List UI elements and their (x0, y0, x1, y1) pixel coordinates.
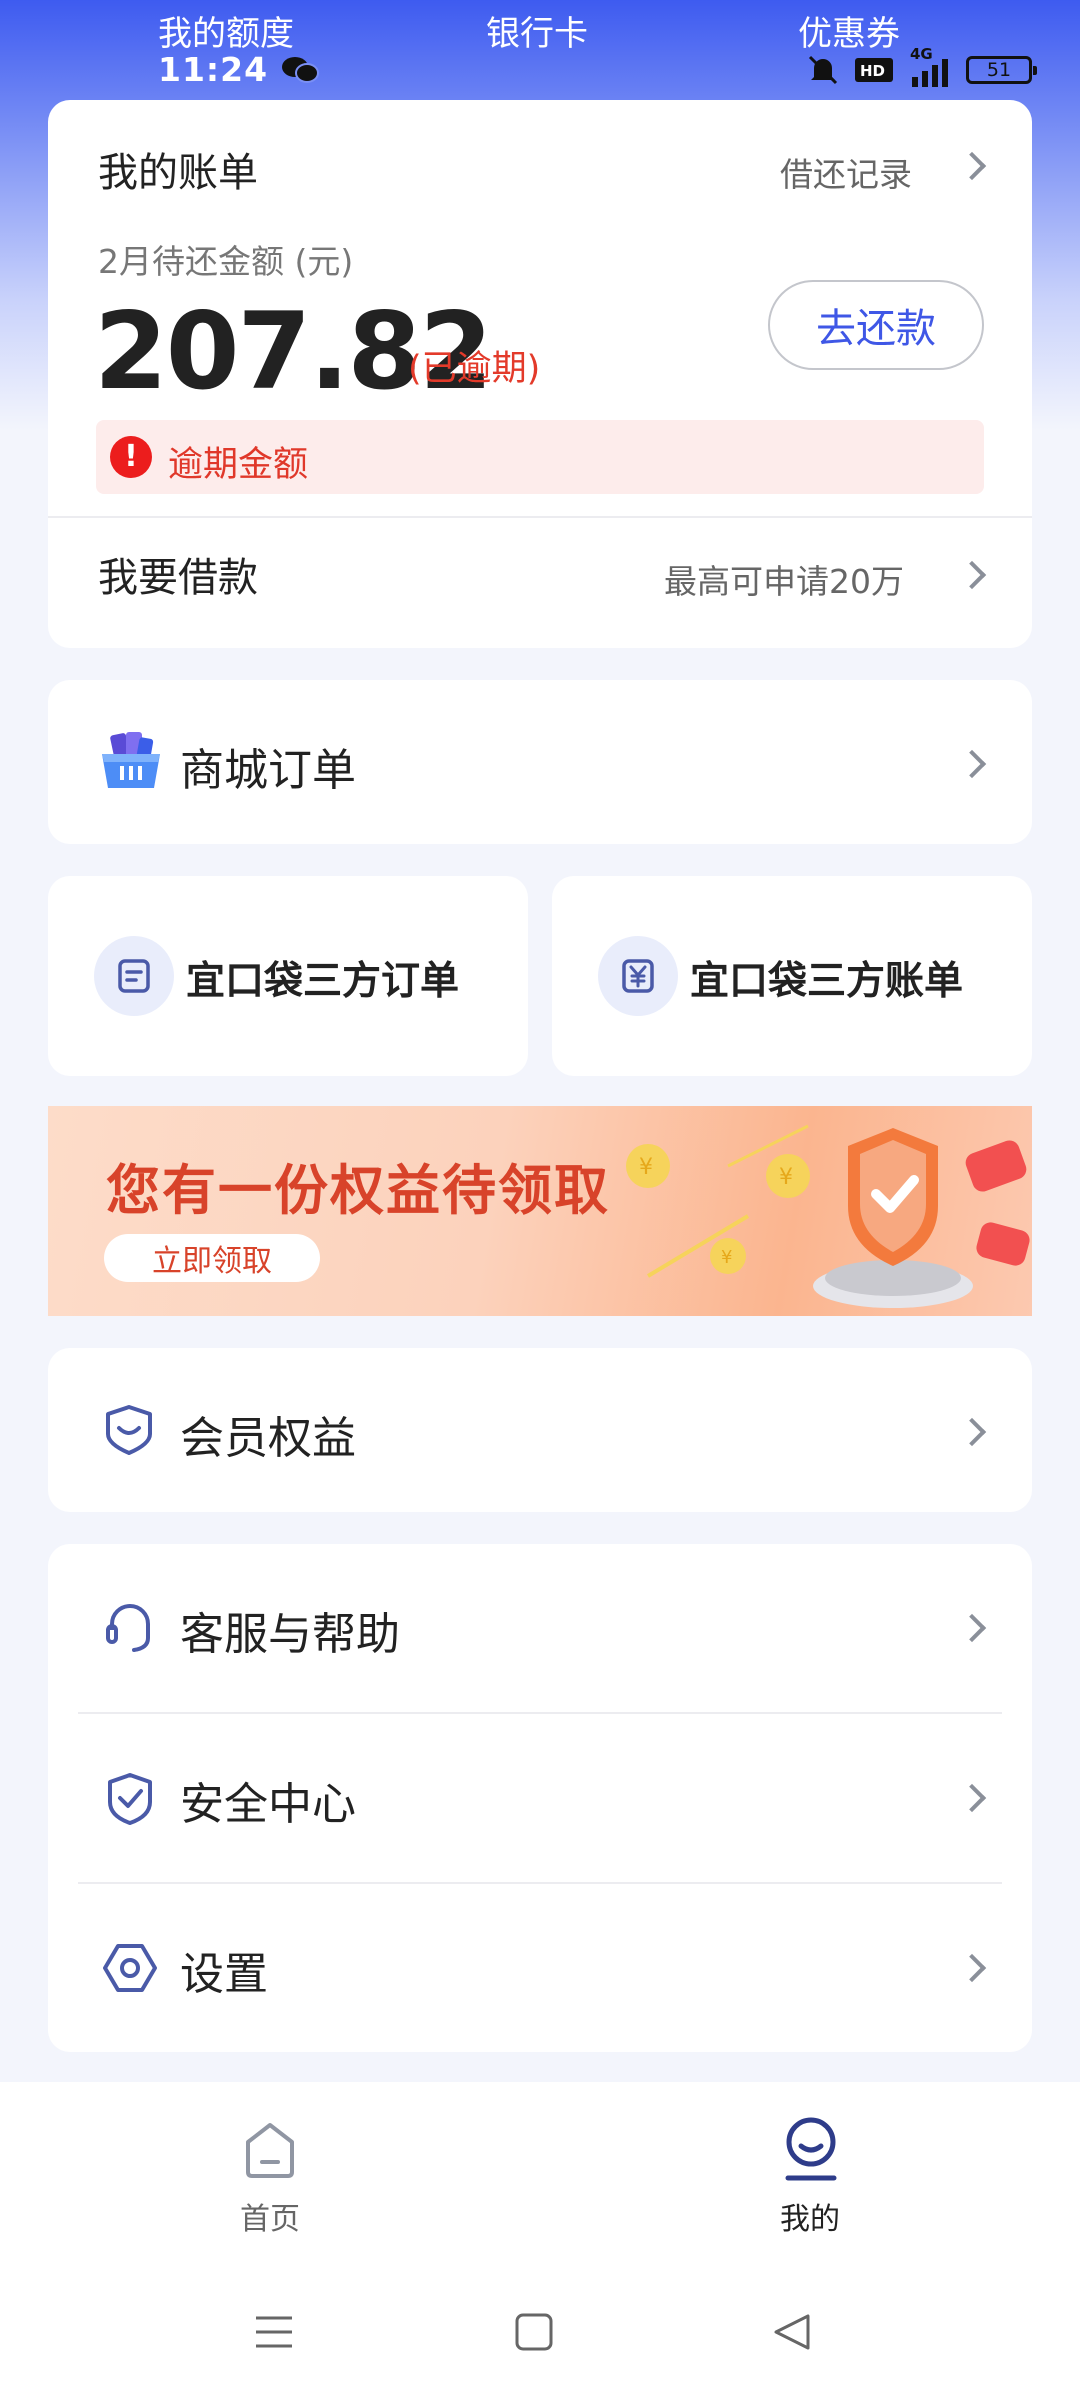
nav-profile-label: 我的 (780, 2202, 840, 2237)
mall-order-label: 商城订单 (180, 745, 356, 796)
third-party-bill-card[interactable]: 宜口袋三方账单 (552, 876, 1032, 1076)
overdue-alert[interactable]: ! 逾期金额 (96, 420, 984, 494)
home-icon (246, 2123, 294, 2178)
menu-item-label: 设置 (180, 1949, 268, 2000)
svg-text:¥: ¥ (779, 1165, 793, 1190)
menu-item-support[interactable]: 客服与帮助 (48, 1544, 1032, 1714)
third-party-order-label: 宜口袋三方订单 (186, 959, 460, 1004)
tab-coupons[interactable]: 优惠券 (798, 6, 900, 55)
exclamation-icon: ! (110, 436, 152, 478)
svg-text:¥: ¥ (639, 1155, 653, 1180)
chevron-right-icon (957, 560, 987, 590)
bill-card: 我的账单 借还记录 2月待还金额 (元) 207.82 (已逾期) 去还款 ! … (48, 100, 1032, 648)
back-triangle-icon[interactable] (772, 2312, 812, 2352)
loan-title: 我要借款 (98, 555, 258, 601)
mute-bell-icon (808, 55, 838, 85)
home-square-icon[interactable] (514, 2312, 554, 2352)
bill-title: 我的账单 (98, 150, 258, 196)
bill-history-link[interactable]: 借还记录 (780, 148, 912, 196)
shopping-basket-icon (102, 732, 160, 788)
menu-item-settings[interactable]: 设置 (48, 1884, 1032, 2052)
tab-bank-card[interactable]: 银行卡 (486, 6, 588, 55)
membership-row[interactable]: 会员权益 (48, 1348, 1032, 1512)
overdue-alert-text: 逾期金额 (168, 445, 309, 485)
signal-icon: 4G (908, 45, 952, 89)
loan-row[interactable]: 我要借款 最高可申请20万 (48, 518, 1032, 648)
status-icons: HD 4G 51 (806, 45, 1037, 90)
svg-text:HD: HD (860, 62, 885, 80)
member-badge-icon (106, 1405, 152, 1455)
tab-my-credit[interactable]: 我的额度 (158, 6, 294, 55)
repay-button[interactable]: 去还款 (768, 280, 984, 370)
battery-icon: 51 (966, 56, 1037, 84)
yuan-bill-icon (598, 936, 678, 1016)
chevron-right-icon (957, 1953, 987, 1983)
nav-home[interactable]: 首页 (200, 2082, 340, 2252)
headset-icon (106, 1604, 150, 1652)
mall-order-row[interactable]: 商城订单 (48, 680, 1032, 844)
banner-title: 您有一份权益待领取 (106, 1159, 610, 1222)
claim-button[interactable]: 立即领取 (104, 1234, 320, 1282)
profile-icon (785, 2117, 837, 2181)
nav-home-label: 首页 (240, 2202, 300, 2237)
coin-shield-illustration: ¥ ¥ ¥ (626, 1124, 1030, 1308)
shield-icon (108, 1773, 152, 1825)
svg-text:¥: ¥ (721, 1247, 732, 1268)
membership-label: 会员权益 (180, 1413, 356, 1464)
order-doc-icon (94, 936, 174, 1016)
chevron-right-icon (957, 151, 987, 181)
chevron-right-icon (957, 1613, 987, 1643)
chevron-right-icon (957, 1783, 987, 1813)
chevron-right-icon (957, 749, 987, 779)
hd-icon: HD (855, 58, 893, 82)
bottom-nav: 首页 我的 (0, 2082, 1080, 2400)
loan-hint: 最高可申请20万 (664, 562, 904, 601)
benefit-banner[interactable]: 您有一份权益待领取 立即领取 ¥ ¥ ¥ (48, 1106, 1032, 1316)
menu-group: 客服与帮助 安全中心 设置 (48, 1544, 1032, 2052)
menu-icon[interactable] (254, 2312, 294, 2352)
gear-icon (103, 1944, 157, 1992)
overdue-tag: (已逾期) (408, 349, 541, 389)
menu-item-label: 客服与帮助 (180, 1609, 400, 1660)
third-party-order-card[interactable]: 宜口袋三方订单 (48, 876, 528, 1076)
due-amount-label: 2月待还金额 (元) (98, 242, 354, 281)
status-time: 11:24 (158, 50, 269, 89)
battery-level: 51 (986, 59, 1012, 81)
chevron-right-icon (957, 1417, 987, 1447)
wechat-icon (282, 57, 319, 83)
nav-profile[interactable]: 我的 (740, 2082, 880, 2252)
menu-item-label: 安全中心 (180, 1779, 356, 1830)
third-party-bill-label: 宜口袋三方账单 (690, 959, 964, 1004)
menu-item-security[interactable]: 安全中心 (48, 1714, 1032, 1884)
